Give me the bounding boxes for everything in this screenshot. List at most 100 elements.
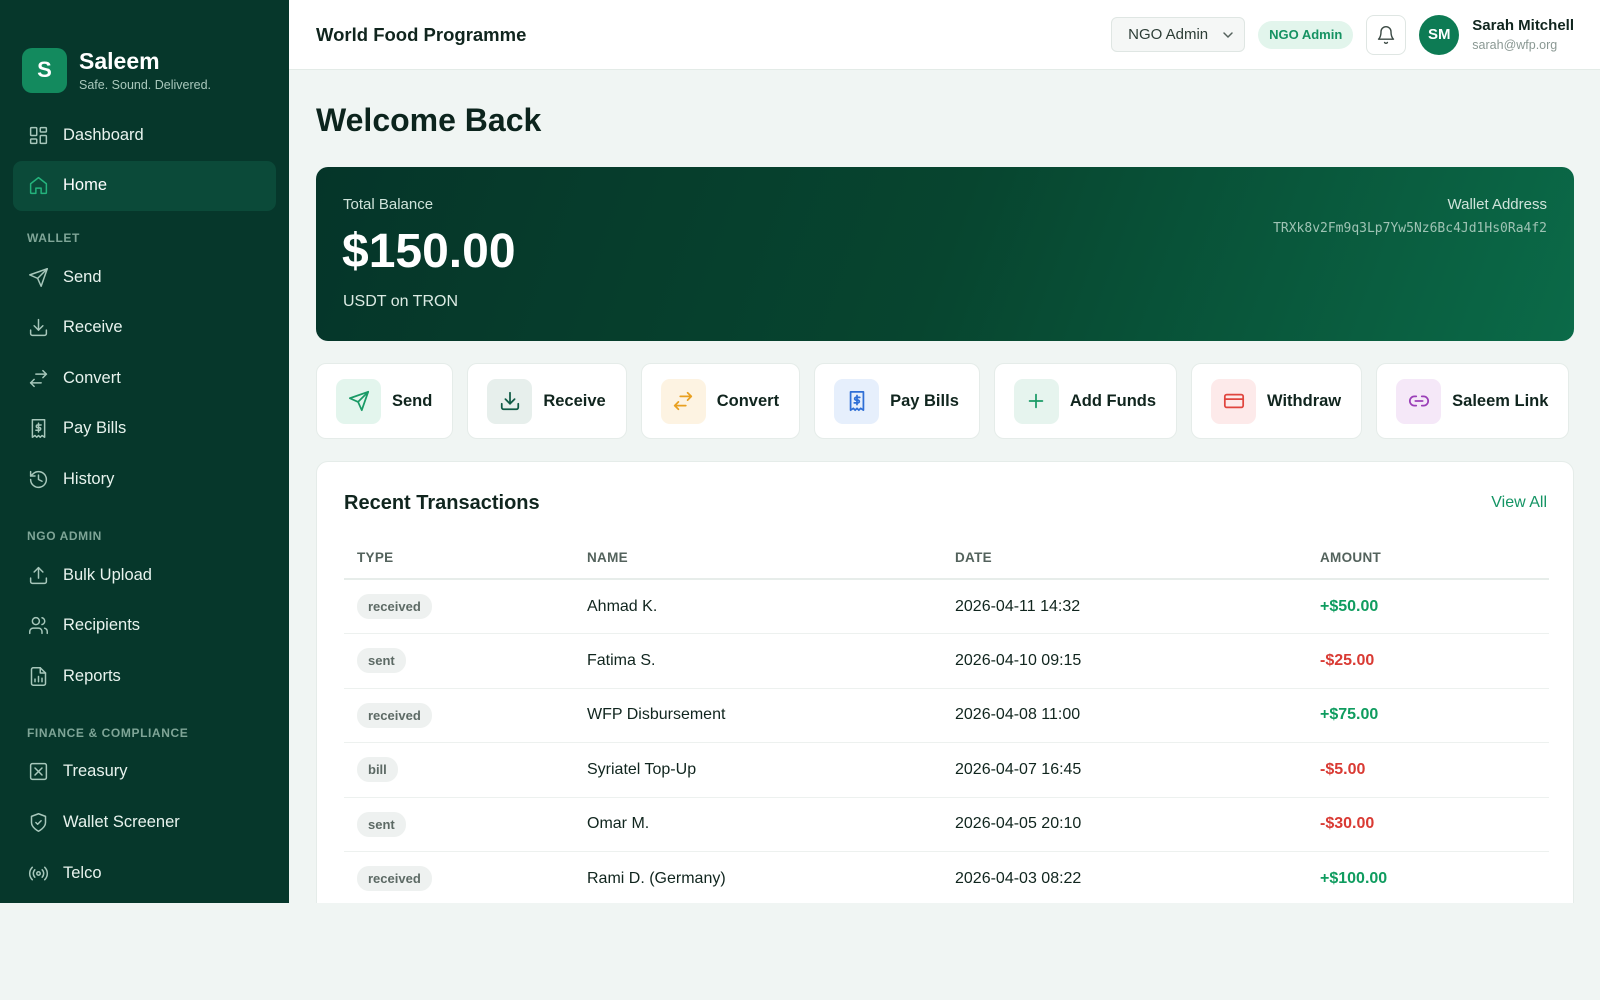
- action-icon-tile: [487, 378, 533, 424]
- tx-type-badge: received: [357, 594, 432, 619]
- bill-icon: [31, 419, 45, 439]
- view-all-link[interactable]: View All: [1491, 494, 1547, 512]
- recent-transactions-card: Recent Transactions View All TYPE NAME D…: [316, 461, 1574, 903]
- receive-icon-wrap: [27, 317, 49, 339]
- receive-icon: [29, 319, 47, 337]
- quick-actions: Send Receive Convert Pay Bills Add Funds With…: [316, 363, 1583, 439]
- home-icon-wrap: [27, 175, 49, 197]
- action-send-button[interactable]: Send: [316, 363, 454, 439]
- convert-icon-wrap: [27, 367, 49, 389]
- sidebar-item-treasury[interactable]: Treasury: [13, 747, 276, 797]
- broadcast-icon-wrap: [27, 862, 49, 884]
- action-icon-tile: [660, 378, 706, 424]
- column-header-amount: AMOUNT: [1307, 537, 1549, 580]
- role-select-value: NGO Admin: [1128, 26, 1209, 43]
- sidebar-item-pay-bills[interactable]: Pay Bills: [13, 404, 276, 454]
- transactions-table: TYPE NAME DATE AMOUNT received Ahmad K. 20…: [344, 537, 1549, 903]
- action-label: Receive: [543, 391, 606, 410]
- convert-icon: [29, 369, 47, 387]
- tx-amount: -$25.00: [1307, 633, 1549, 689]
- sidebar-item-reports[interactable]: Reports: [13, 651, 276, 701]
- role-select[interactable]: NGO Admin: [1111, 17, 1246, 52]
- bill-icon: [849, 390, 864, 412]
- send-icon-wrap: [27, 266, 49, 288]
- history-icon-wrap: [27, 469, 49, 491]
- user-info[interactable]: Sarah Mitchell sarah@wfp.org: [1472, 17, 1574, 52]
- action-receive-button[interactable]: Receive: [467, 363, 627, 439]
- sidebar-item-home[interactable]: Home: [13, 160, 276, 211]
- action-label: Add Funds: [1069, 391, 1157, 410]
- sidebar-item-label: Wallet Screener: [63, 813, 180, 832]
- action-label: Saleem Link: [1452, 391, 1549, 410]
- action-saleem-link-button[interactable]: Saleem Link: [1376, 363, 1570, 439]
- table-row[interactable]: received WFP Disbursement 2026-04-08 11:00…: [344, 688, 1549, 743]
- sidebar-item-bulk-upload[interactable]: Bulk Upload: [13, 550, 276, 600]
- notifications-button[interactable]: [1366, 14, 1407, 55]
- action-convert-button[interactable]: Convert: [640, 363, 801, 439]
- link-icon: [1408, 395, 1429, 407]
- tx-date: 2026-04-03 08:22: [942, 851, 1307, 903]
- table-row[interactable]: sent Fatima S. 2026-04-10 09:15 -$25.00: [344, 633, 1549, 689]
- users-icon: [28, 617, 48, 635]
- sidebar-item-label: Reports: [63, 666, 121, 685]
- sidebar-item-label: Bulk Upload: [63, 565, 152, 584]
- sidebar-item-convert[interactable]: Convert: [13, 353, 276, 403]
- sidebar-item-receive[interactable]: Receive: [13, 303, 276, 353]
- table-row[interactable]: received Ahmad K. 2026-04-11 14:32 +$50.00: [344, 579, 1549, 634]
- action-icon-tile: [1211, 378, 1257, 424]
- tx-date: 2026-04-10 09:15: [942, 633, 1307, 689]
- balance-card: Total Balance $150.00 USDT on TRON Walle…: [316, 167, 1574, 341]
- sidebar-nav: Dashboard Home WALLET Send Receive Convert Pay…: [0, 110, 289, 898]
- action-add-funds-button[interactable]: Add Funds: [993, 363, 1178, 439]
- balance-label: Total Balance: [343, 196, 434, 213]
- top-bar: World Food Programme NGO Admin NGO Admin…: [289, 0, 1600, 70]
- tx-date: 2026-04-11 14:32: [942, 579, 1307, 634]
- dashboard-icon: [29, 126, 47, 144]
- page-title: Welcome Back: [316, 102, 542, 138]
- sidebar-item-telco[interactable]: Telco: [13, 848, 276, 898]
- column-header-type: TYPE: [344, 537, 574, 580]
- action-icon-tile: [1013, 378, 1059, 424]
- action-icon-tile: [336, 378, 381, 424]
- tx-name: Omar M.: [574, 797, 942, 852]
- tx-name: WFP Disbursement: [574, 688, 942, 743]
- sidebar-item-recipients[interactable]: Recipients: [13, 601, 276, 651]
- action-withdraw-button[interactable]: Withdraw: [1191, 363, 1363, 439]
- sidebar-item-history[interactable]: History: [13, 455, 276, 505]
- sidebar-item-send[interactable]: Send: [13, 252, 276, 302]
- users-icon-wrap: [27, 615, 49, 637]
- sidebar-item-label: History: [63, 470, 115, 489]
- tx-type-badge: received: [357, 702, 432, 728]
- sidebar-section-wallet: WALLET: [27, 231, 80, 246]
- sidebar-item-label: Pay Bills: [63, 419, 127, 438]
- sidebar-section-ngo-admin: NGO ADMIN: [27, 529, 102, 544]
- sidebar-item-label: Convert: [63, 368, 121, 387]
- card-icon: [1223, 393, 1244, 409]
- table-row[interactable]: received Rami D. (Germany) 2026-04-03 08:2…: [344, 851, 1549, 903]
- sidebar-item-label: Dashboard: [63, 125, 144, 144]
- treasury-icon: [29, 763, 47, 781]
- avatar[interactable]: SM: [1419, 14, 1460, 55]
- sidebar-item-dashboard[interactable]: Dashboard: [13, 110, 276, 160]
- tx-type-cell: received: [344, 851, 574, 903]
- history-icon: [29, 470, 47, 489]
- report-icon-wrap: [27, 665, 49, 687]
- action-pay-bills-button[interactable]: Pay Bills: [814, 363, 980, 439]
- tx-name: Syriatel Top-Up: [574, 742, 942, 798]
- sidebar-item-label: Send: [63, 267, 102, 286]
- column-header-name: NAME: [574, 537, 942, 580]
- column-header-date: DATE: [942, 537, 1307, 580]
- tx-amount: -$30.00: [1307, 797, 1549, 852]
- sidebar-item-wallet-screener[interactable]: Wallet Screener: [13, 798, 276, 848]
- tx-type-cell: received: [344, 579, 574, 634]
- bill-icon-wrap: [27, 418, 49, 440]
- tx-amount: +$100.00: [1307, 851, 1549, 903]
- tx-date: 2026-04-08 11:00: [942, 688, 1307, 743]
- tx-type-badge: sent: [357, 811, 406, 837]
- main-content: Welcome Back Total Balance $150.00 USDT …: [289, 70, 1600, 903]
- wallet-address[interactable]: TRXk8v2Fm9q3Lp7Yw5Nz6Bc4Jd1Hs0Ra4f2: [1273, 221, 1547, 236]
- sidebar-item-label: Receive: [63, 318, 123, 337]
- table-row[interactable]: sent Omar M. 2026-04-05 20:10 -$30.00: [344, 797, 1549, 852]
- table-row[interactable]: bill Syriatel Top-Up 2026-04-07 16:45 -$5.0…: [344, 742, 1549, 798]
- tx-type-badge: sent: [357, 648, 406, 674]
